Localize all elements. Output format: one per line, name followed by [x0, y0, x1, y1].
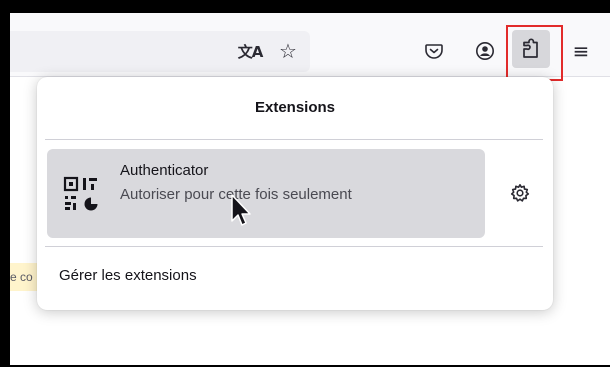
- pocket-icon[interactable]: [419, 36, 449, 66]
- extensions-panel: Extensions Authenticator Autoriser pour …: [37, 77, 553, 310]
- hamburger-menu-icon[interactable]: ≡: [566, 36, 596, 66]
- bookmark-star-icon[interactable]: ☆: [273, 36, 303, 66]
- panel-title: Extensions: [254, 99, 336, 116]
- divider: [45, 139, 543, 140]
- extension-settings-button[interactable]: [505, 178, 535, 208]
- translate-icon[interactable]: 文A: [235, 36, 265, 66]
- extensions-highlight: [506, 25, 563, 81]
- mouse-pointer-icon: [231, 194, 251, 226]
- qr-code-icon: [63, 176, 99, 211]
- extension-name: Authenticator: [120, 162, 209, 179]
- divider: [45, 246, 543, 247]
- url-bar[interactable]: [10, 31, 310, 72]
- extension-item[interactable]: Authenticator Autoriser pour cette fois …: [47, 149, 485, 238]
- account-icon[interactable]: [470, 36, 500, 66]
- gear-icon: [510, 184, 530, 202]
- manage-extensions-link[interactable]: Gérer les extensions: [59, 267, 197, 284]
